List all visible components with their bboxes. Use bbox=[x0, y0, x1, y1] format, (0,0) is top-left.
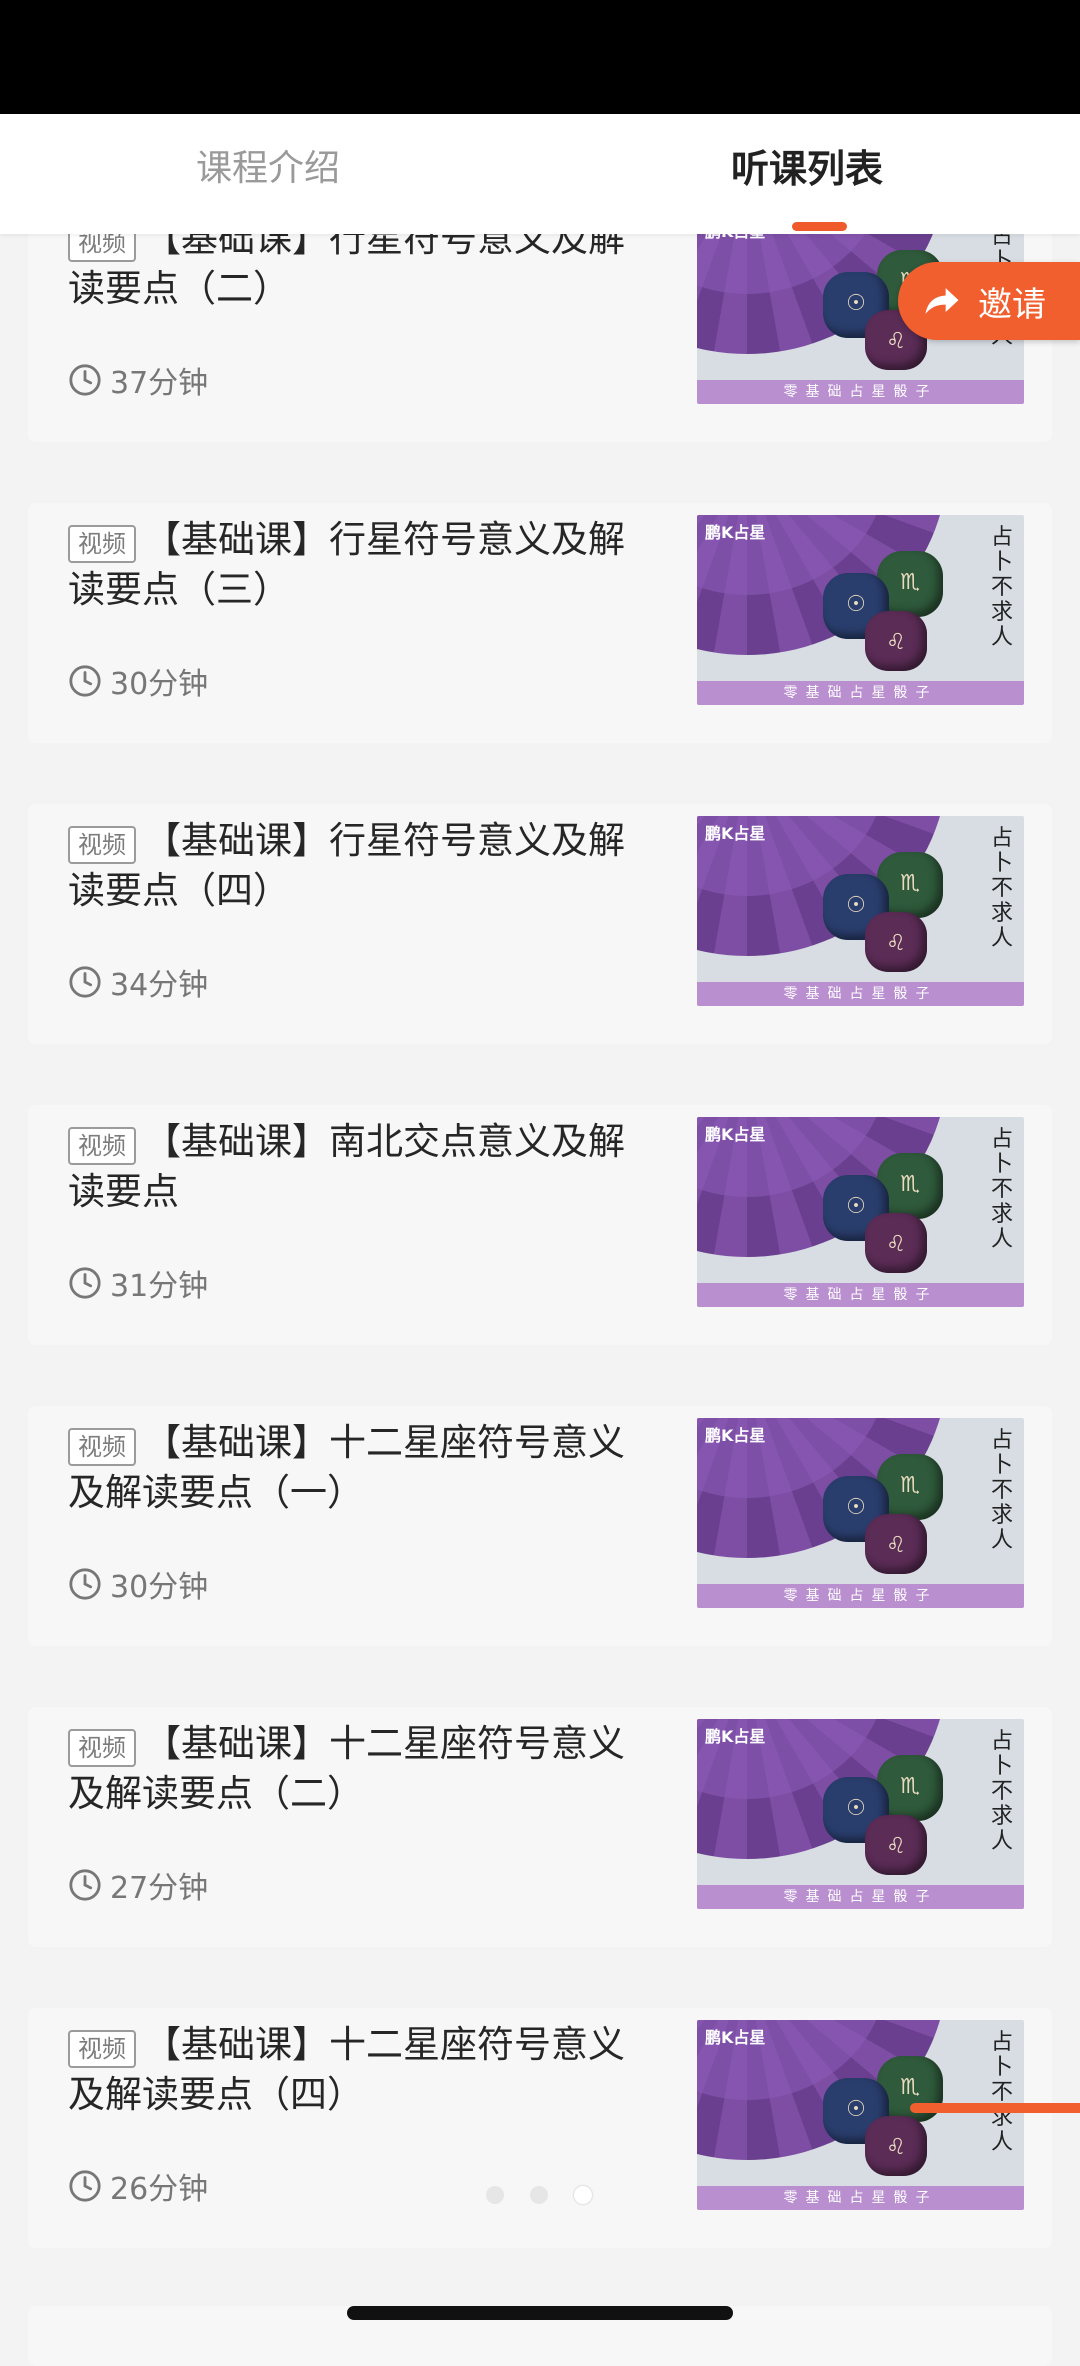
thumbnail-logo: 鹏K占星 bbox=[705, 523, 766, 542]
lesson-duration: 31分钟 bbox=[68, 1263, 209, 1304]
list-item[interactable]: 【基础课】十二星座符号意义及解读要点（四） 视频 26分钟 鹏K占星 ♏ ☉ ♌… bbox=[28, 2008, 1052, 2248]
lesson-thumbnail[interactable]: 鹏K占星 ♏ ☉ ♌ 占卜不求人 零基础占星骰子 bbox=[697, 1418, 1024, 1608]
clock-icon bbox=[69, 665, 101, 697]
thumbnail-strip-text: 零基础占星骰子 bbox=[697, 982, 1024, 1006]
lesson-duration: 30分钟 bbox=[68, 661, 209, 702]
lesson-title: 【基础课】十二星座符号意义及解读要点（四） bbox=[68, 2023, 625, 2116]
home-indicator bbox=[347, 2306, 733, 2320]
lesson-duration: 37分钟 bbox=[68, 360, 209, 401]
lesson-thumbnail[interactable]: 鹏K占星 ♏ ☉ ♌ 占卜不求人 零基础占星骰子 bbox=[697, 1719, 1024, 1909]
thumbnail-strip-text: 零基础占星骰子 bbox=[697, 1584, 1024, 1608]
dice-icon: ♌ bbox=[865, 1514, 927, 1574]
thumbnail-logo: 鹏K占星 bbox=[705, 824, 766, 843]
pager-dot-active[interactable] bbox=[574, 2186, 592, 2204]
thumbnail-side-text: 占卜不求人 bbox=[990, 1428, 1013, 1553]
video-badge: 视频 bbox=[68, 1428, 136, 1466]
video-badge: 视频 bbox=[68, 826, 136, 864]
clock-icon bbox=[69, 1568, 101, 1600]
status-bar bbox=[0, 0, 1080, 114]
lesson-title: 【基础课】行星符号意义及解读要点（四） bbox=[68, 819, 625, 912]
duration-text: 31分钟 bbox=[110, 1269, 209, 1304]
duration-text: 30分钟 bbox=[110, 667, 209, 702]
clock-icon bbox=[69, 1869, 101, 1901]
thumbnail-strip-text: 零基础占星骰子 bbox=[697, 1885, 1024, 1909]
share-arrow-icon bbox=[925, 288, 959, 314]
lesson-duration: 34分钟 bbox=[68, 962, 209, 1003]
clock-icon bbox=[69, 1267, 101, 1299]
list-item[interactable]: 【基础课】十二星座符号意义及解读要点（二） 视频 27分钟 鹏K占星 ♏ ☉ ♌… bbox=[28, 1707, 1052, 1947]
invite-button[interactable]: 邀请 bbox=[898, 262, 1080, 340]
lesson-duration: 30分钟 bbox=[68, 1564, 209, 1605]
lesson-thumbnail[interactable]: 鹏K占星 ♏ ☉ ♌ 占卜不求人 零基础占星骰子 bbox=[697, 515, 1024, 705]
lesson-duration: 27分钟 bbox=[68, 1865, 209, 1906]
dice-icon: ♌ bbox=[865, 2116, 927, 2176]
thumbnail-side-text: 占卜不求人 bbox=[990, 1729, 1013, 1854]
tab-course-intro[interactable]: 课程介绍 bbox=[196, 144, 340, 194]
lesson-title: 【基础课】南北交点意义及解读要点 bbox=[68, 1120, 625, 1213]
video-badge: 视频 bbox=[68, 2030, 136, 2068]
thumbnail-logo: 鹏K占星 bbox=[705, 1727, 766, 1746]
thumbnail-side-text: 占卜不求人 bbox=[990, 826, 1013, 951]
thumbnail-side-text: 占卜不求人 bbox=[990, 2030, 1013, 2155]
tab-lesson-list[interactable]: 听课列表 bbox=[731, 144, 883, 194]
tab-bar: 课程介绍 听课列表 bbox=[0, 114, 1080, 234]
pager-dot[interactable] bbox=[486, 2186, 504, 2204]
active-tab-indicator bbox=[792, 222, 847, 231]
floating-accent-bar bbox=[910, 2103, 1080, 2113]
thumbnail-side-text: 占卜不求人 bbox=[990, 525, 1013, 650]
clock-icon bbox=[69, 2170, 101, 2202]
dice-icon: ♌ bbox=[865, 912, 927, 972]
list-item[interactable]: 【基础课】行星符号意义及解读要点（二） 视频 37分钟 鹏K占星 ♏ ☉ ♌ 占… bbox=[28, 202, 1052, 442]
clock-icon bbox=[69, 364, 101, 396]
lesson-thumbnail[interactable]: 鹏K占星 ♏ ☉ ♌ 占卜不求人 零基础占星骰子 bbox=[697, 1117, 1024, 1307]
video-badge: 视频 bbox=[68, 525, 136, 563]
list-item[interactable]: 【基础课】十二星座符号意义及解读要点（一） 视频 30分钟 鹏K占星 ♏ ☉ ♌… bbox=[28, 1406, 1052, 1646]
thumbnail-logo: 鹏K占星 bbox=[705, 2028, 766, 2047]
lesson-title: 【基础课】十二星座符号意义及解读要点（一） bbox=[68, 1421, 625, 1514]
thumbnail-side-text: 占卜不求人 bbox=[990, 1127, 1013, 1252]
duration-text: 34分钟 bbox=[110, 968, 209, 1003]
lesson-thumbnail[interactable]: 鹏K占星 ♏ ☉ ♌ 占卜不求人 零基础占星骰子 bbox=[697, 816, 1024, 1006]
thumbnail-logo: 鹏K占星 bbox=[705, 1426, 766, 1445]
list-item[interactable]: 【基础课】南北交点意义及解读要点 视频 31分钟 鹏K占星 ♏ ☉ ♌ 占卜不求… bbox=[28, 1105, 1052, 1345]
invite-label: 邀请 bbox=[978, 284, 1046, 325]
thumbnail-strip-text: 零基础占星骰子 bbox=[697, 380, 1024, 404]
thumbnail-strip-text: 零基础占星骰子 bbox=[697, 1283, 1024, 1307]
lesson-duration: 26分钟 bbox=[68, 2166, 209, 2207]
thumbnail-logo: 鹏K占星 bbox=[705, 1125, 766, 1144]
video-badge: 视频 bbox=[68, 1127, 136, 1165]
dice-icon: ♌ bbox=[865, 611, 927, 671]
duration-text: 30分钟 bbox=[110, 1570, 209, 1605]
lesson-title: 【基础课】行星符号意义及解读要点（三） bbox=[68, 518, 625, 611]
clock-icon bbox=[69, 966, 101, 998]
lesson-thumbnail[interactable]: 鹏K占星 ♏ ☉ ♌ 占卜不求人 零基础占星骰子 bbox=[697, 2020, 1024, 2210]
thumbnail-strip-text: 零基础占星骰子 bbox=[697, 681, 1024, 705]
dice-icon: ♌ bbox=[865, 1815, 927, 1875]
duration-text: 37分钟 bbox=[110, 366, 209, 401]
pager-dots bbox=[486, 2186, 618, 2204]
duration-text: 26分钟 bbox=[110, 2172, 209, 2207]
thumbnail-strip-text: 零基础占星骰子 bbox=[697, 2186, 1024, 2210]
list-item[interactable]: 【基础课】行星符号意义及解读要点（三） 视频 30分钟 鹏K占星 ♏ ☉ ♌ 占… bbox=[28, 503, 1052, 743]
lesson-title: 【基础课】十二星座符号意义及解读要点（二） bbox=[68, 1722, 625, 1815]
duration-text: 27分钟 bbox=[110, 1871, 209, 1906]
list-item[interactable]: 【基础课】行星符号意义及解读要点（四） 视频 34分钟 鹏K占星 ♏ ☉ ♌ 占… bbox=[28, 804, 1052, 1044]
video-badge: 视频 bbox=[68, 1729, 136, 1767]
dice-icon: ♌ bbox=[865, 1213, 927, 1273]
pager-dot[interactable] bbox=[530, 2186, 548, 2204]
